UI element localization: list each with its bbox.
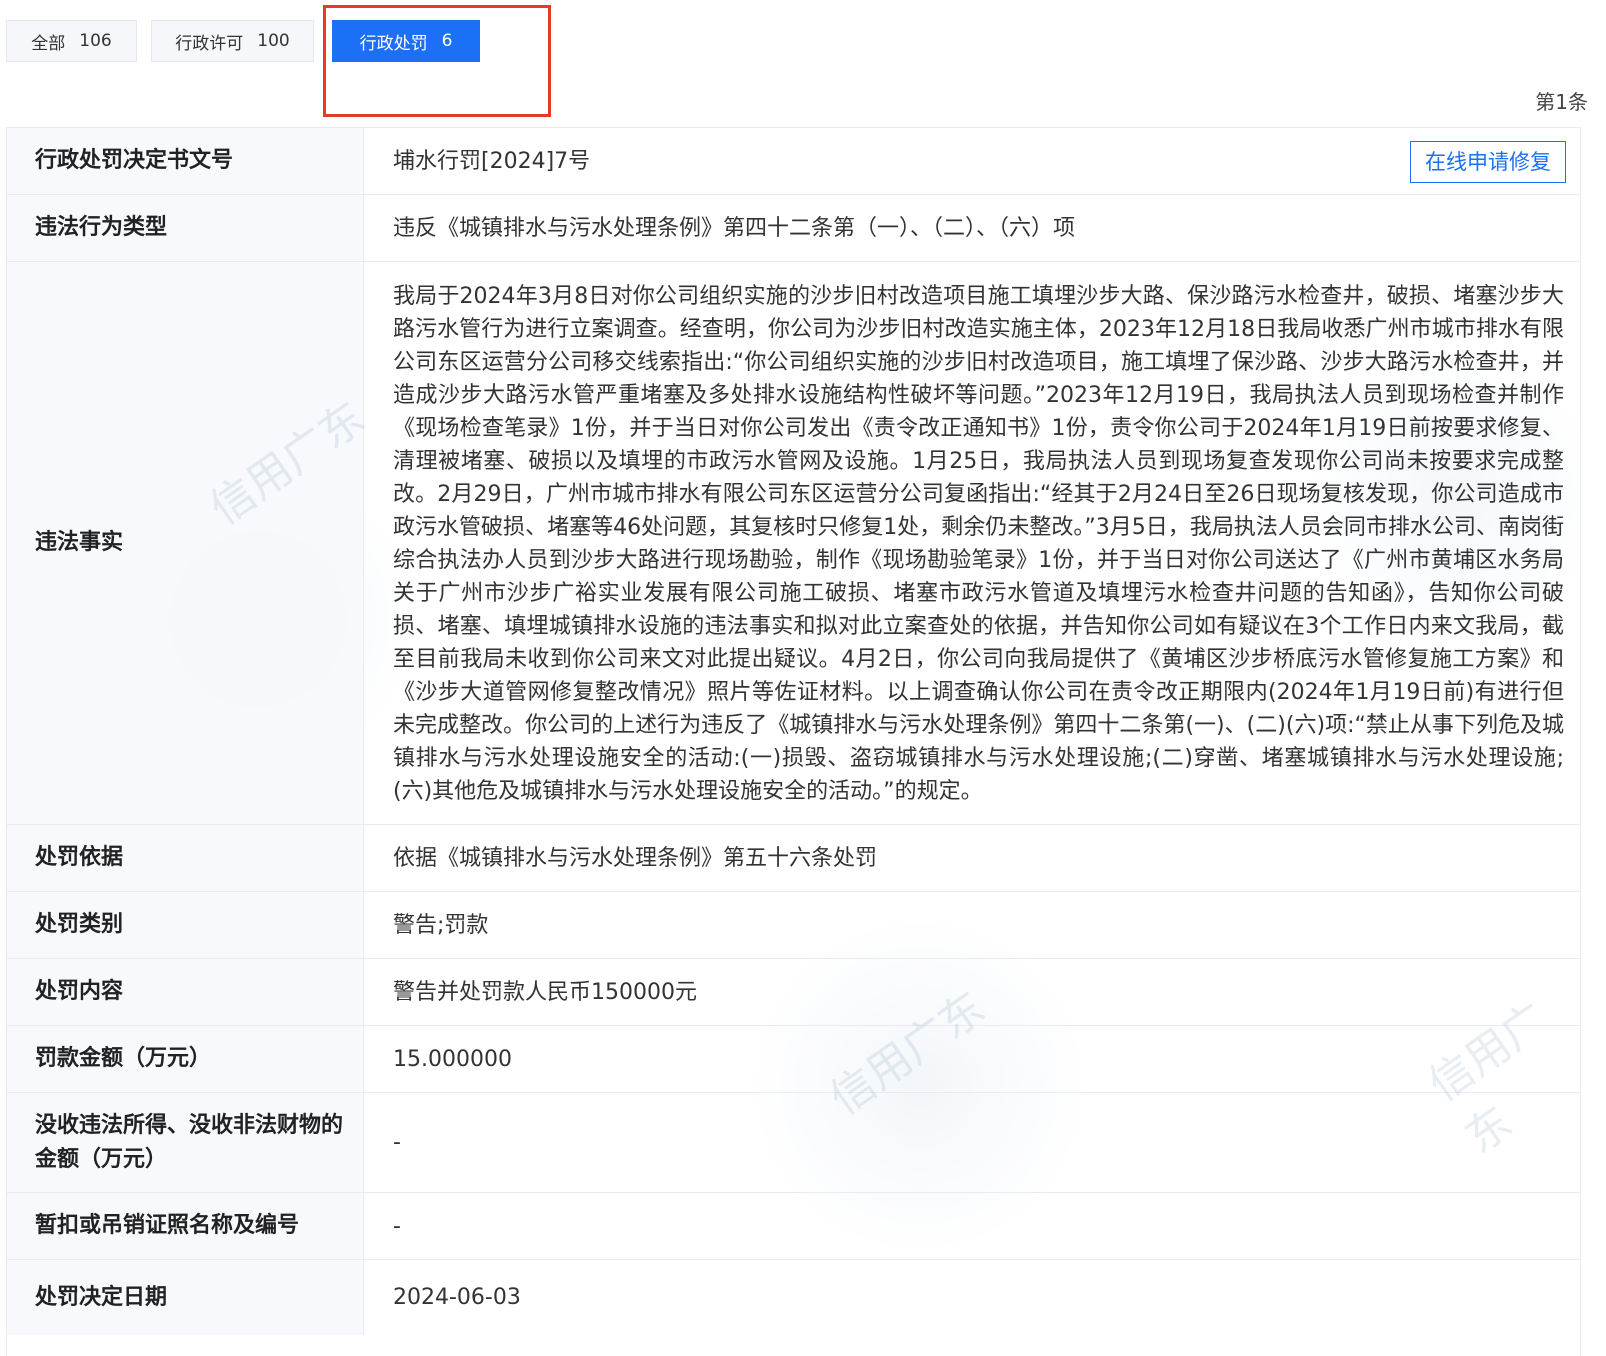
- penalty-basis: 依据《城镇排水与污水处理条例》第五十六条处罚: [393, 845, 878, 871]
- tab-all-count: 106: [79, 31, 112, 51]
- fine-amount: 15.000000: [393, 1046, 512, 1072]
- penalty-detail-table: 信用广东 信用广东 信用广东 行政处罚决定书文号 埔水行罚[2024]7号 在线…: [6, 127, 1581, 1356]
- row-label: 处罚决定日期: [7, 1260, 364, 1335]
- record-count: 第1条: [1535, 90, 1588, 114]
- row-label: 处罚类别: [7, 892, 364, 958]
- confiscation-amount: -: [393, 1130, 401, 1155]
- row-label: 处罚依据: [7, 825, 364, 891]
- row-label: 违法行为类型: [7, 195, 364, 261]
- table-row: 暂扣或吊销证照名称及编号 -: [7, 1193, 1580, 1260]
- tab-admin-license-label: 行政许可: [175, 33, 244, 54]
- row-label: 暂扣或吊销证照名称及编号: [7, 1193, 364, 1259]
- row-label: 违法事实: [7, 262, 364, 824]
- violation-facts: 我局于2024年3月8日对你公司组织实施的沙步旧村改造项目施工填埋沙步大路、保沙…: [393, 284, 1564, 804]
- table-row: 违法事实 我局于2024年3月8日对你公司组织实施的沙步旧村改造项目施工填埋沙步…: [7, 262, 1580, 825]
- table-row: 行政处罚决定书文号 埔水行罚[2024]7号 在线申请修复: [7, 128, 1580, 195]
- table-row: 罚款金额（万元） 15.000000: [7, 1026, 1580, 1093]
- row-label: 处罚内容: [7, 959, 364, 1025]
- table-row: 没收违法所得、没收非法财物的金额（万元） -: [7, 1093, 1580, 1193]
- license-suspension: -: [393, 1213, 401, 1239]
- table-row: 处罚决定日期 2024-06-03: [7, 1260, 1580, 1335]
- decision-date: 2024-06-03: [393, 1285, 521, 1310]
- tab-all[interactable]: 全部 106: [6, 20, 137, 62]
- table-row: 处罚依据 依据《城镇排水与污水处理条例》第五十六条处罚: [7, 825, 1580, 892]
- highlight-box: [323, 5, 551, 117]
- tab-admin-license-count: 100: [257, 31, 290, 51]
- penalty-content: 警告并处罚款人民币150000元: [393, 979, 697, 1005]
- table-row: 违法行为类型 违反《城镇排水与污水处理条例》第四十二条第（一）、（二）、（六）项: [7, 195, 1580, 262]
- table-row: 处罚内容 警告并处罚款人民币150000元: [7, 959, 1580, 1026]
- decision-number: 埔水行罚[2024]7号: [393, 148, 591, 174]
- row-label: 行政处罚决定书文号: [7, 128, 364, 194]
- row-label: 罚款金额（万元）: [7, 1026, 364, 1092]
- row-value: 埔水行罚[2024]7号 在线申请修复: [364, 128, 1580, 194]
- violation-type: 违反《城镇排水与污水处理条例》第四十二条第（一）、（二）、（六）项: [393, 215, 1076, 241]
- tab-all-label: 全部: [31, 33, 66, 54]
- table-row: 处罚类别 警告;罚款: [7, 892, 1580, 959]
- penalty-category: 警告;罚款: [393, 912, 489, 938]
- row-label: 没收违法所得、没收非法财物的金额（万元）: [7, 1093, 364, 1192]
- tab-admin-license[interactable]: 行政许可 100: [151, 20, 314, 62]
- online-repair-button[interactable]: 在线申请修复: [1410, 141, 1566, 183]
